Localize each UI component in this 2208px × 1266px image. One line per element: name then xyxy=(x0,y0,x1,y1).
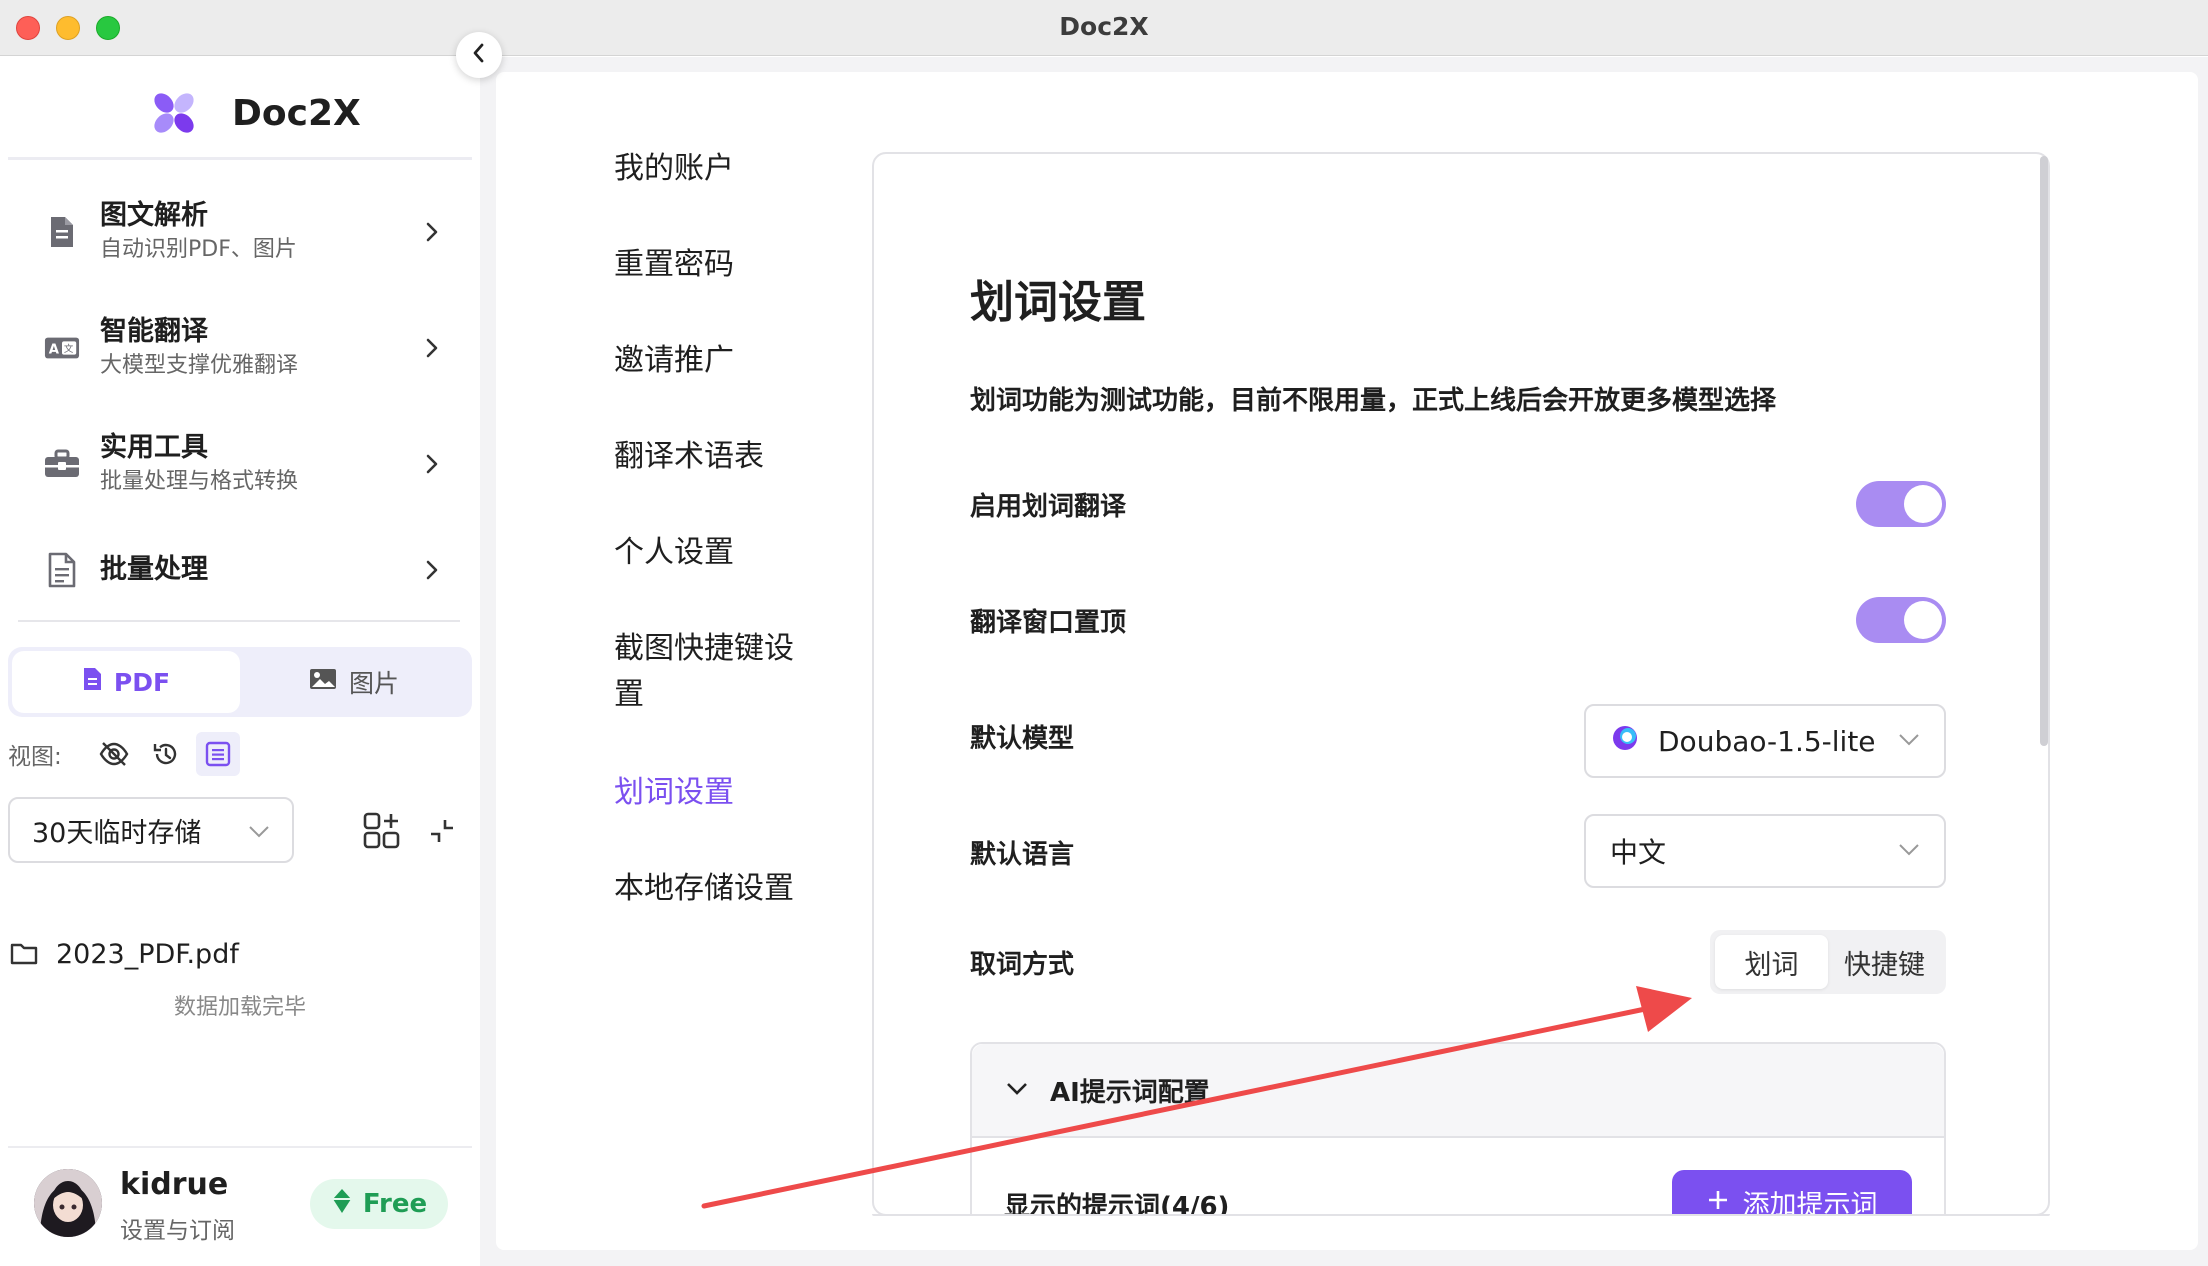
settings-nav-screenshot-hotkey[interactable]: 截图快捷键设置 xyxy=(614,626,814,718)
brand-name: Doc2X xyxy=(232,92,361,134)
chevron-down-icon xyxy=(1898,732,1920,751)
default-model-select[interactable]: Doubao-1.5-lite xyxy=(1584,704,1946,778)
sidebar-item-title: 批量处理 xyxy=(100,554,208,585)
ai-prompt-config: AI提示词配置 显示的提示词(4/6) 添加提示词 xyxy=(970,1042,1946,1242)
enable-translate-label: 启用划词翻译 xyxy=(970,492,1127,522)
settings-nav-personal[interactable]: 个人设置 xyxy=(614,530,734,576)
sidebar-item-subtitle: 自动识别PDF、图片 xyxy=(100,237,297,262)
pdf-file-icon xyxy=(82,667,102,697)
chevron-left-icon xyxy=(469,42,489,68)
window-title: Doc2X xyxy=(1059,12,1149,41)
card-bottom-border xyxy=(872,1214,2050,1216)
sidebar-item-title: 图文解析 xyxy=(100,200,208,231)
panel-bottom xyxy=(872,1216,2062,1250)
settings-nav-account[interactable]: 我的账户 xyxy=(614,146,734,192)
doc2x-logo-icon xyxy=(150,89,198,137)
pin-window-label: 翻译窗口置顶 xyxy=(970,608,1127,638)
capture-mode-select-text[interactable]: 划词 xyxy=(1715,935,1828,989)
capture-mode-segmented: 划词 快捷键 xyxy=(1710,930,1946,994)
view-label: 视图: xyxy=(8,744,62,770)
collapse-sidebar-button[interactable] xyxy=(456,32,502,78)
list-view-icon[interactable] xyxy=(195,732,240,776)
chevron-right-icon xyxy=(420,336,444,360)
load-status: 数据加载完毕 xyxy=(173,995,306,1020)
page-title: 划词设置 xyxy=(970,277,1146,328)
settings-nav-glossary[interactable]: 翻译术语表 xyxy=(614,434,764,480)
history-icon[interactable] xyxy=(144,732,188,776)
sidebar: Doc2X 图文解析 自动识别PDF、图片 A文 智能翻译 大模型支撑优雅翻译 … xyxy=(0,57,480,1266)
folder-name: 2023_PDF.pdf xyxy=(56,939,239,970)
chevron-right-icon xyxy=(420,452,444,476)
settings-description: 划词功能为测试功能，目前不限用量，正式上线后会开放更多模型选择 xyxy=(970,386,1777,416)
sidebar-item-batch[interactable]: 批量处理 xyxy=(44,525,444,615)
sidebar-item-title: 智能翻译 xyxy=(100,316,208,347)
toolbox-icon xyxy=(44,446,80,482)
settings-nav-invite[interactable]: 邀请推广 xyxy=(614,338,734,384)
translate-icon: A文 xyxy=(44,330,80,366)
svg-text:文: 文 xyxy=(64,343,74,355)
settings-nav-word-select[interactable]: 划词设置 xyxy=(614,770,734,816)
diamond-icon xyxy=(331,1188,353,1221)
grid-add-icon[interactable] xyxy=(362,811,402,851)
default-model-value: Doubao-1.5-lite xyxy=(1658,724,1876,758)
document-icon xyxy=(44,214,80,250)
chevron-down-icon xyxy=(1006,1081,1028,1100)
tab-image[interactable]: 图片 xyxy=(240,651,468,713)
tab-pdf-label: PDF xyxy=(113,667,171,697)
doubao-logo-icon xyxy=(1610,723,1640,760)
divider xyxy=(8,1146,472,1148)
hide-eye-icon[interactable] xyxy=(92,732,136,776)
plus-icon xyxy=(1707,1187,1729,1218)
file-list-icon xyxy=(44,552,80,588)
scrollbar[interactable] xyxy=(2040,156,2048,746)
chevron-down-icon xyxy=(248,815,270,846)
storage-duration-select[interactable]: 30天临时存储 xyxy=(8,797,294,863)
divider xyxy=(8,157,472,160)
chevron-right-icon xyxy=(420,558,444,582)
file-type-tabs: PDF 图片 xyxy=(8,647,472,717)
image-icon xyxy=(309,667,337,697)
ai-prompt-config-title: AI提示词配置 xyxy=(1050,1077,1210,1108)
plan-badge[interactable]: Free xyxy=(310,1179,448,1229)
folder-item[interactable]: 2023_PDF.pdf xyxy=(10,939,239,970)
storage-duration-value: 30天临时存储 xyxy=(32,817,202,849)
sidebar-item-subtitle: 大模型支撑优雅翻译 xyxy=(100,353,299,378)
tab-image-label: 图片 xyxy=(348,669,399,698)
settings-nav-local-storage[interactable]: 本地存储设置 xyxy=(614,866,794,912)
tab-pdf[interactable]: PDF xyxy=(12,651,240,713)
default-language-label: 默认语言 xyxy=(970,840,1075,870)
brand: Doc2X xyxy=(150,85,361,141)
chevron-right-icon xyxy=(420,220,444,244)
capture-mode-hotkey[interactable]: 快捷键 xyxy=(1828,935,1941,989)
svg-text:A: A xyxy=(49,343,60,358)
sidebar-item-tools[interactable]: 实用工具 批量处理与格式转换 xyxy=(44,419,444,509)
collapse-icon[interactable] xyxy=(422,811,462,851)
plan-label: Free xyxy=(362,1189,428,1219)
enable-translate-toggle[interactable] xyxy=(1856,481,1946,527)
pin-window-toggle[interactable] xyxy=(1856,597,1946,643)
settings-subscription-link[interactable]: 设置与订阅 xyxy=(120,1211,235,1245)
divider xyxy=(18,620,460,622)
sidebar-item-title: 实用工具 xyxy=(100,432,208,463)
user-name: kidrue xyxy=(120,1167,229,1202)
capture-mode-label: 取词方式 xyxy=(970,950,1075,980)
title-bar: Doc2X xyxy=(0,0,2208,56)
chevron-down-icon xyxy=(1898,842,1920,861)
default-language-select[interactable]: 中文 xyxy=(1584,814,1946,888)
sidebar-item-doc-parse[interactable]: 图文解析 自动识别PDF、图片 xyxy=(44,187,444,277)
default-language-value: 中文 xyxy=(1610,836,1667,869)
default-model-label: 默认模型 xyxy=(970,724,1075,754)
sidebar-item-subtitle: 批量处理与格式转换 xyxy=(100,469,299,494)
settings-nav-reset-password[interactable]: 重置密码 xyxy=(614,242,734,288)
avatar[interactable] xyxy=(34,1169,102,1237)
folder-icon xyxy=(10,941,38,969)
ai-prompt-config-header[interactable]: AI提示词配置 xyxy=(972,1044,1944,1138)
sidebar-item-translate[interactable]: A文 智能翻译 大模型支撑优雅翻译 xyxy=(44,303,444,393)
view-toolbar: 视图: xyxy=(8,729,248,779)
